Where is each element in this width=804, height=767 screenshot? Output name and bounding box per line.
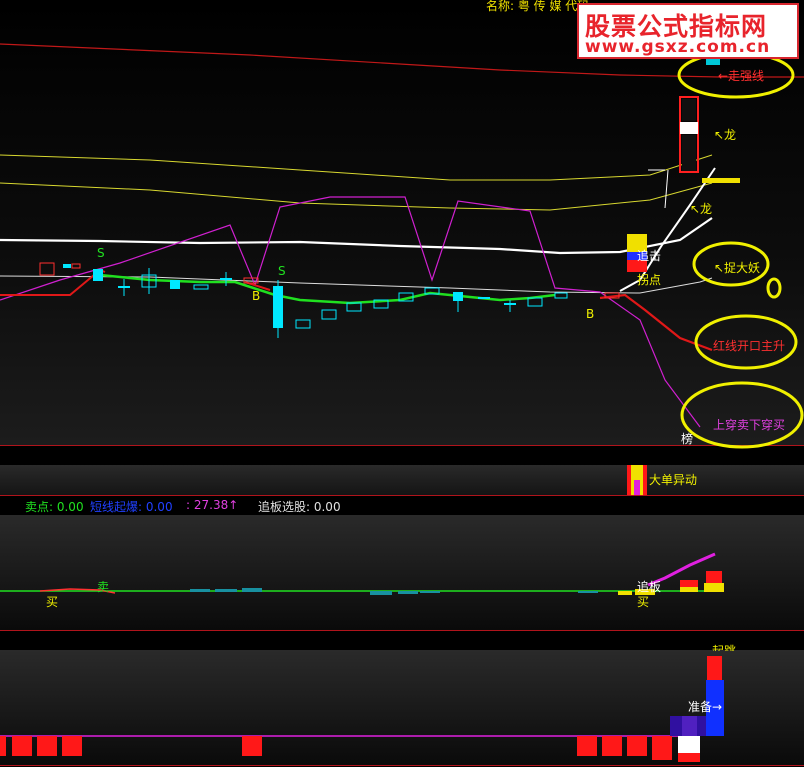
sell-point-readout: 卖点: 0.00 [25,500,84,514]
dragon-bar [702,178,740,183]
dragon-column-white [680,122,698,134]
big-order-label: 大单异动 [649,473,698,487]
annotation-turn-point: 拐点 [637,273,662,287]
b-mark: B [586,307,595,321]
candle [39,262,55,276]
buy-label: 买 [46,595,59,609]
b-mark: B [252,289,261,303]
white-thin-rise [664,169,669,209]
highlight-small [766,277,782,299]
candle [118,286,130,288]
big-order-bar-core [634,480,640,495]
candle [193,284,209,290]
candle [295,319,311,329]
candle [321,309,337,320]
annotation-bottom: 榜 [681,432,694,446]
annotation-dragon-1: ↖龙 [714,128,737,142]
buy-label: 买 [637,595,650,609]
candle [93,269,103,281]
candle [170,280,180,289]
annotation-catch-demon: ↖捉大妖 [714,261,761,275]
annotation-red-line: 红线开口主升 [713,339,786,353]
candle [478,297,490,299]
magenta-line [0,196,701,428]
s-mark: S [97,246,105,260]
prepare-label: 准备→ [688,700,723,714]
watermark-url: www.gsxz.com.cn [585,37,771,57]
candle [71,263,81,269]
value-readout: : 27.38↑ [186,498,239,512]
annotation-strong-line: ←走强线 [718,69,765,83]
sell-label: 卖 [97,580,110,594]
white-line [0,217,713,255]
short-burst-readout: 短线起爆: 0.00 [90,500,173,514]
bottom-bars [0,656,724,762]
candle [554,292,568,299]
dragon-column-fill [682,99,696,121]
highlight-cross-line [680,381,804,449]
chase-pick-readout: 追板选股: 0.00 [258,500,341,514]
annotation-dragon-2: ↖龙 [690,202,713,216]
dragon-column-fill [682,135,696,171]
candle [346,302,362,312]
watermark-logo: 股票公式指标网 www.gsxz.com.cn [577,3,799,59]
s-mark: S [278,264,286,278]
thin-white-line [0,275,713,294]
candle [63,264,71,268]
candlesticks [39,262,620,338]
upper-band-1 [0,154,713,181]
chart-overlay [0,43,804,762]
stock-name-label: 名称: 粤 传 媒 代码 [486,0,590,13]
candle [453,292,463,301]
annotation-chase: 追击 [637,249,662,263]
annotation-cross-line: 上穿卖下穿买 [713,418,786,432]
start-label: 起跳 [712,644,737,651]
